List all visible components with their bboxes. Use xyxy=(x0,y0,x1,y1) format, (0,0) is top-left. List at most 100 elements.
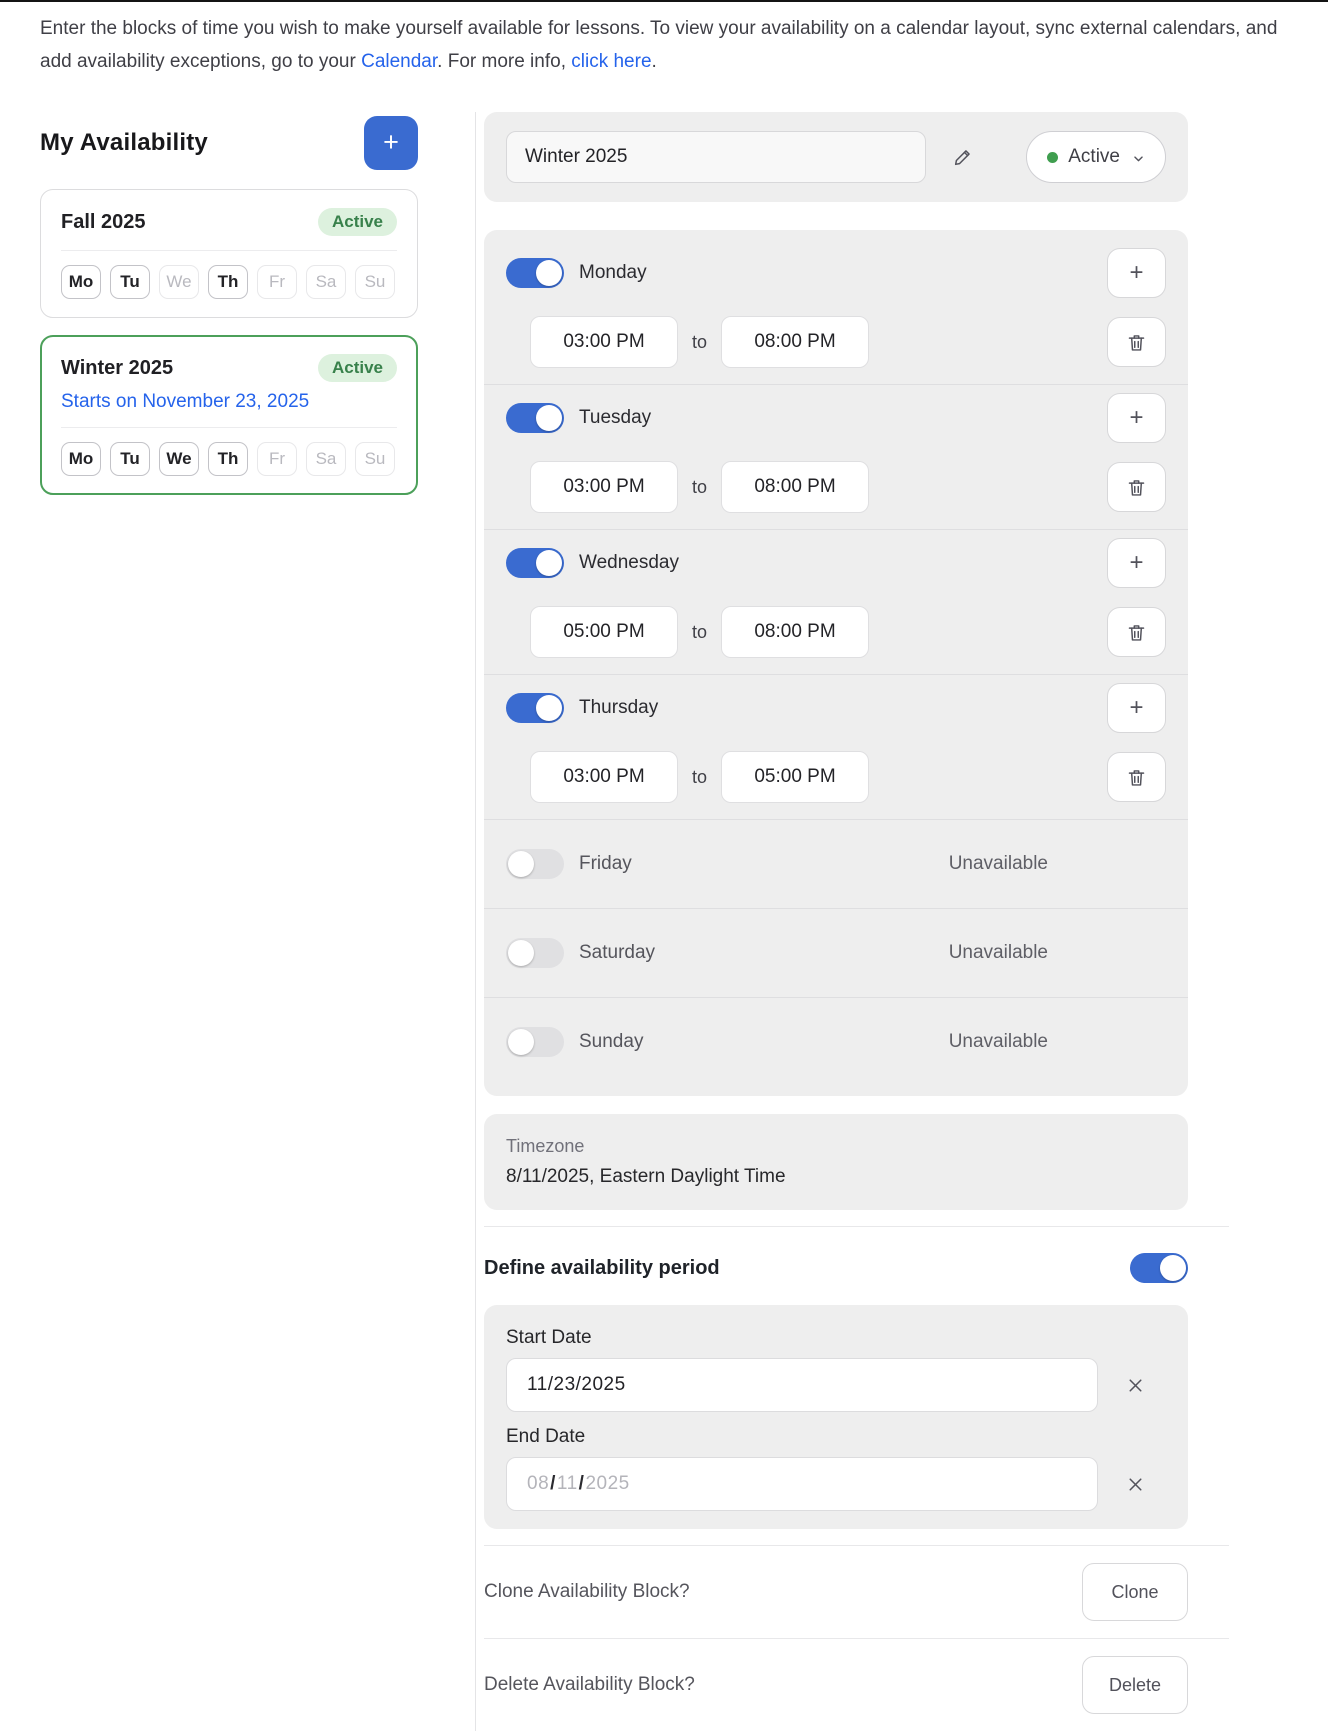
toggle-knob xyxy=(508,851,534,877)
day-chip-we: We xyxy=(159,442,199,476)
day-chips: MoTuWeThFrSaSu xyxy=(61,265,397,299)
toggle-knob xyxy=(1160,1255,1186,1281)
timezone-label: Timezone xyxy=(506,1134,1166,1158)
card-header: Fall 2025 Active xyxy=(61,208,397,236)
toggle-friday[interactable] xyxy=(506,849,564,879)
add-availability-button[interactable]: + xyxy=(364,116,418,170)
clone-button[interactable]: Clone xyxy=(1082,1563,1188,1621)
end-date-label: End Date xyxy=(506,1426,1166,1448)
period-panel: Start Date End Date 08/11/2025 xyxy=(484,1305,1188,1529)
block-name-input[interactable] xyxy=(506,131,926,183)
day-label-friday: Friday xyxy=(579,853,632,875)
end-date-input[interactable]: 08/11/2025 xyxy=(506,1457,1098,1511)
timezone-panel: Timezone 8/11/2025, Eastern Daylight Tim… xyxy=(484,1114,1188,1210)
start-time-input-wednesday[interactable] xyxy=(530,606,678,658)
delete-button[interactable]: Delete xyxy=(1082,1656,1188,1714)
delete-slot-button-tuesday[interactable] xyxy=(1107,462,1166,512)
delete-row: Delete Availability Block? Delete xyxy=(484,1639,1188,1731)
date-segment: 11 xyxy=(557,1473,578,1495)
day-label-tuesday: Tuesday xyxy=(579,407,651,429)
edit-pencil-icon[interactable] xyxy=(952,146,974,168)
clear-end-date-icon[interactable] xyxy=(1125,1474,1146,1495)
start-time-input-thursday[interactable] xyxy=(530,751,678,803)
period-toggle[interactable] xyxy=(1130,1253,1188,1283)
day-row-tuesday: Tuesday + xyxy=(484,385,1188,451)
toggle-saturday[interactable] xyxy=(506,938,564,968)
toggle-knob xyxy=(536,405,562,431)
to-label: to xyxy=(692,332,707,353)
time-slot-row-thursday: to xyxy=(484,741,1188,819)
add-slot-button-wednesday[interactable]: + xyxy=(1107,538,1166,588)
day-row-wednesday: Wednesday+ xyxy=(484,530,1188,596)
toggle-wednesday[interactable] xyxy=(506,548,564,578)
toggle-knob xyxy=(508,940,534,966)
day-row-friday: Friday Unavailable xyxy=(484,820,1188,908)
toggle-knob xyxy=(536,695,562,721)
section-divider xyxy=(484,1226,1229,1227)
calendar-link[interactable]: Calendar xyxy=(361,51,437,72)
intro-text-part: Enter the blocks of time you wish to mak… xyxy=(40,18,1277,72)
delete-slot-button-monday[interactable] xyxy=(1107,317,1166,367)
end-time-input-tuesday[interactable] xyxy=(721,461,869,513)
day-chip-su: Su xyxy=(355,442,395,476)
day-row-thursday: Thursday+ xyxy=(484,675,1188,741)
add-slot-button-tuesday[interactable]: + xyxy=(1107,393,1166,443)
clone-label: Clone Availability Block? xyxy=(484,1581,690,1603)
day-chip-sa: Sa xyxy=(306,265,346,299)
block-name: Winter 2025 xyxy=(61,357,173,380)
intro-text-part: . xyxy=(652,51,657,72)
start-date-input[interactable] xyxy=(506,1358,1098,1412)
intro-text-part: . For more info, xyxy=(437,51,571,72)
toggle-thursday[interactable] xyxy=(506,693,564,723)
day-chip-tu: Tu xyxy=(110,265,150,299)
end-time-input-monday[interactable] xyxy=(721,316,869,368)
day-chip-th: Th xyxy=(208,265,248,299)
clone-row: Clone Availability Block? Clone xyxy=(484,1546,1188,1638)
delete-slot-button-thursday[interactable] xyxy=(1107,752,1166,802)
status-label: Active xyxy=(1068,146,1120,168)
card-divider xyxy=(61,250,397,251)
unavailable-label-sunday: Unavailable xyxy=(949,1031,1048,1053)
date-separator: / xyxy=(549,1473,557,1495)
clear-start-date-icon[interactable] xyxy=(1125,1375,1146,1396)
timezone-value: 8/11/2025, Eastern Daylight Time xyxy=(506,1164,1166,1190)
active-status-dot xyxy=(1047,152,1058,163)
day-row-monday: Monday + xyxy=(484,240,1188,306)
card-header: Winter 2025Active xyxy=(61,354,397,382)
date-segment: 08 xyxy=(527,1473,549,1495)
delete-slot-button-wednesday[interactable] xyxy=(1107,607,1166,657)
toggle-monday[interactable] xyxy=(506,258,564,288)
day-row-sunday: Sunday Unavailable xyxy=(484,998,1188,1086)
day-chip-mo: Mo xyxy=(61,442,101,476)
start-time-input-monday[interactable] xyxy=(530,316,678,368)
block-name: Fall 2025 xyxy=(61,211,146,234)
day-label-sunday: Sunday xyxy=(579,1031,643,1053)
start-time-input-tuesday[interactable] xyxy=(530,461,678,513)
weekly-schedule-panel: Monday+toTuesday+toWednesday+toThursday+… xyxy=(484,230,1188,1096)
add-slot-button-thursday[interactable]: + xyxy=(1107,683,1166,733)
chevron-down-icon xyxy=(1130,150,1147,167)
delete-label: Delete Availability Block? xyxy=(484,1674,695,1696)
unavailable-label-friday: Unavailable xyxy=(949,853,1048,875)
period-heading: Define availability period xyxy=(484,1257,720,1280)
day-label-monday: Monday xyxy=(579,262,647,284)
availability-editor: Active Monday+toTuesday+toWednesday+toTh… xyxy=(475,112,1229,1731)
time-slot-row-wednesday: to xyxy=(484,596,1188,674)
sidebar-header: My Availability + xyxy=(40,114,418,172)
status-badge: Active xyxy=(318,208,397,236)
availability-block-card[interactable]: Winter 2025ActiveStarts on November 23, … xyxy=(40,335,418,495)
availability-block-card[interactable]: Fall 2025ActiveMoTuWeThFrSaSu xyxy=(40,189,418,318)
card-divider xyxy=(61,427,397,428)
toggle-sunday[interactable] xyxy=(506,1027,564,1057)
toggle-knob xyxy=(508,1029,534,1055)
day-chip-mo: Mo xyxy=(61,265,101,299)
end-time-input-thursday[interactable] xyxy=(721,751,869,803)
toggle-tuesday[interactable] xyxy=(506,403,564,433)
time-slot-row-monday: to xyxy=(484,306,1188,384)
end-time-input-wednesday[interactable] xyxy=(721,606,869,658)
click-here-link[interactable]: click here xyxy=(571,51,651,72)
status-dropdown[interactable]: Active xyxy=(1026,131,1166,183)
availability-sidebar: My Availability + Fall 2025ActiveMoTuWeT… xyxy=(40,114,418,495)
day-chips: MoTuWeThFrSaSu xyxy=(61,442,397,476)
add-slot-button-monday[interactable]: + xyxy=(1107,248,1166,298)
